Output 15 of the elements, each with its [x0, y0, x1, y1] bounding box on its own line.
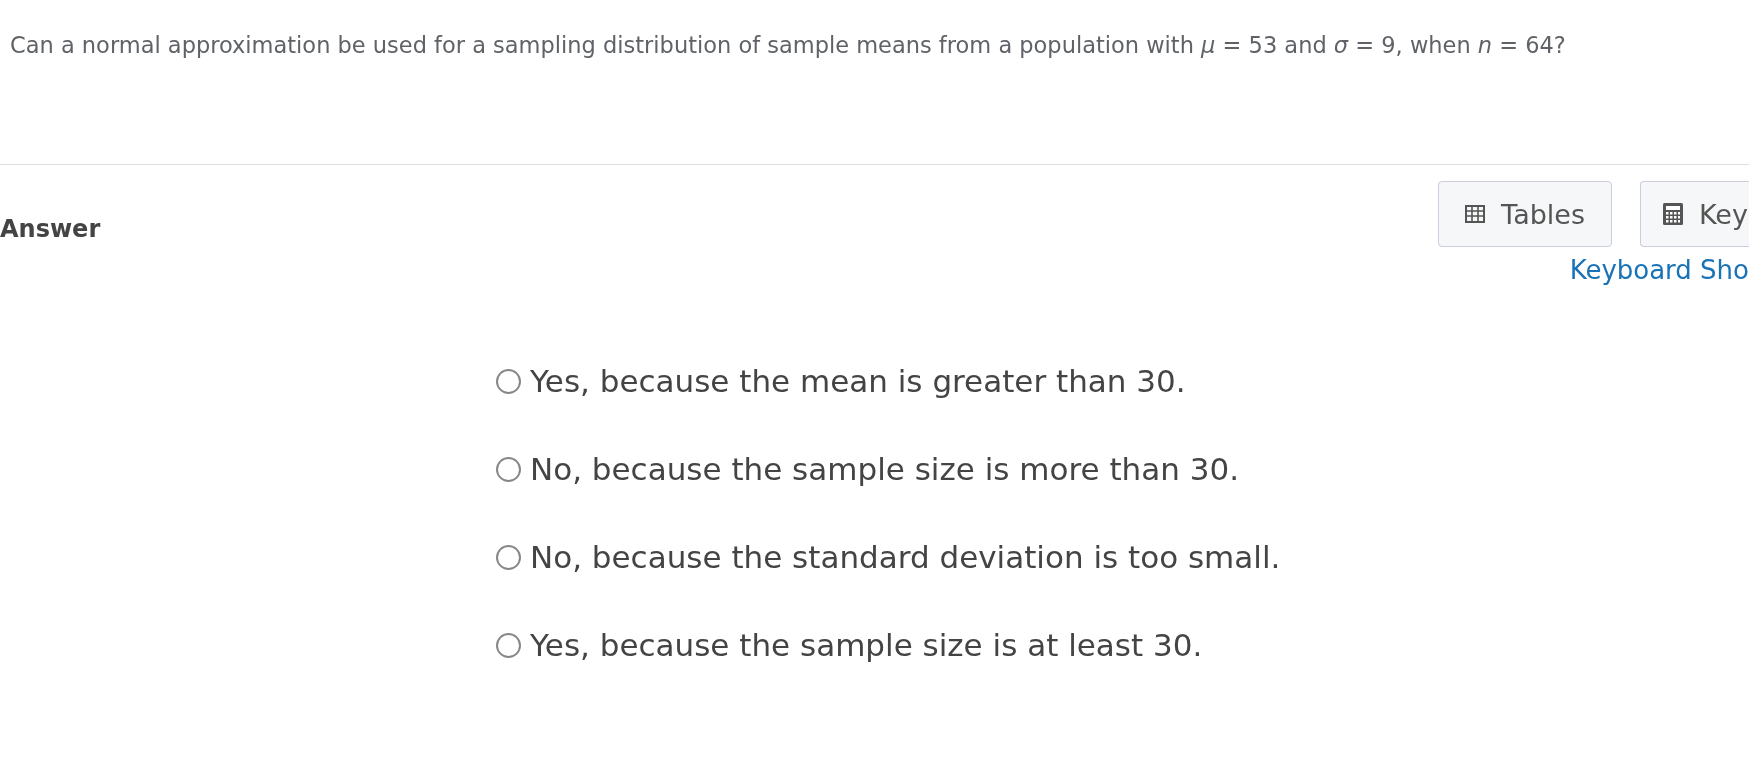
radio-button[interactable]: [496, 368, 521, 394]
option-text[interactable]: Yes, because the mean is greater than 30.: [530, 363, 1186, 399]
radio-button[interactable]: [496, 632, 521, 658]
keyboard-shortcuts-link[interactable]: Keyboard Sho: [1569, 255, 1749, 285]
radio-button[interactable]: [496, 456, 521, 482]
keypad-button[interactable]: Key: [1640, 181, 1749, 247]
option-text[interactable]: Yes, because the sample size is at least 30.: [530, 627, 1203, 663]
table-icon: [1465, 205, 1486, 223]
calculator-icon: [1663, 203, 1683, 225]
radio-button[interactable]: [496, 544, 521, 570]
question-text: Can a normal approximation be used for a sampling distribution of sample means from a population with μ = 53 and σ = 9, when n = 64?: [9, 31, 1567, 60]
tables-button[interactable]: Tables: [1438, 181, 1612, 247]
option-text[interactable]: No, because the sample size is more than 30.: [530, 451, 1239, 487]
answer-label: Answer: [0, 214, 101, 245]
option-text[interactable]: No, because the standard deviation is too small.: [530, 539, 1281, 575]
